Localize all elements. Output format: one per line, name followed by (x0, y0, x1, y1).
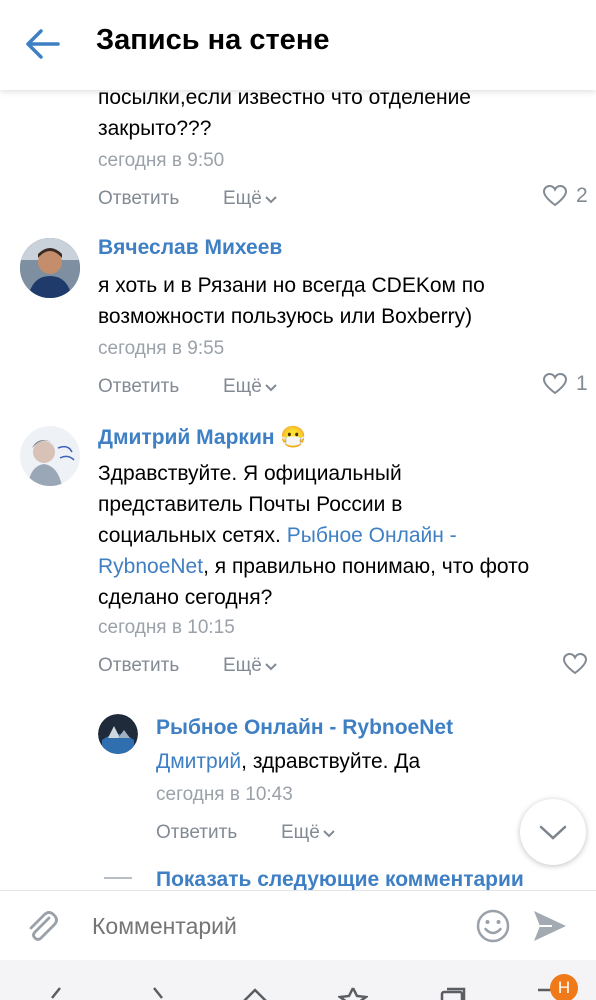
comment-author[interactable]: Рыбное Онлайн - RybnoeNet (156, 716, 453, 740)
comment-composer (0, 890, 596, 961)
comment-text-line: закрыто??? (98, 117, 212, 140)
nav-home-icon[interactable] (240, 986, 270, 1000)
more-label: Ещё (223, 655, 262, 676)
page-title: Запись на стене (96, 24, 330, 56)
comment-time: сегодня в 10:15 (98, 617, 235, 638)
comment-text: Дмитрий, здравствуйте. Да (156, 746, 420, 777)
mask-emoji-icon: 😷 (280, 426, 307, 449)
nav-menu-icon[interactable] (536, 976, 554, 992)
more-button[interactable]: Ещё (281, 822, 336, 844)
comment-input[interactable] (90, 905, 464, 947)
comment-text: я хоть и в Рязани но всегда CDEKом по во… (98, 270, 485, 332)
avatar[interactable] (98, 714, 138, 754)
chevron-down-icon (539, 825, 567, 840)
more-button[interactable]: Ещё (223, 376, 278, 398)
mention-link[interactable]: Рыбное Онлайн - (287, 524, 457, 547)
comment-author[interactable]: Дмитрий Маркин 😷 (98, 426, 307, 450)
comment-text-line: сделано сегодня? (98, 586, 273, 609)
reply-button[interactable]: Ответить (98, 655, 179, 677)
system-navigation-bar: H (0, 960, 596, 1000)
chevron-down-icon (265, 196, 277, 204)
comments-feed[interactable]: посылки,если известно что отделение закр… (0, 90, 596, 890)
more-button[interactable]: Ещё (223, 188, 278, 210)
show-more-comments-link[interactable]: Показать следующие комментарии (156, 868, 524, 890)
back-arrow-icon[interactable] (24, 26, 64, 62)
chevron-down-icon (265, 663, 277, 671)
comment-text: посылки,если известно что отделение закр… (98, 90, 471, 144)
nav-back-icon[interactable] (46, 986, 66, 1000)
nav-bookmark-icon[interactable] (338, 986, 368, 1000)
more-button[interactable]: Ещё (223, 655, 278, 677)
more-label: Ещё (223, 376, 262, 397)
send-icon[interactable] (530, 907, 570, 950)
chevron-down-icon (265, 384, 277, 392)
emoji-icon[interactable] (474, 907, 512, 950)
comment-text: Здравствуйте. Я официальный представител… (98, 458, 588, 613)
attachment-icon[interactable] (22, 907, 62, 952)
comment-time: сегодня в 9:55 (98, 338, 225, 359)
comment-text-line: я хоть и в Рязани но всегда CDEKом по (98, 274, 485, 297)
comment-text-line: посылки,если известно что отделение (98, 90, 471, 109)
more-label: Ещё (223, 188, 262, 209)
like-button[interactable]: 2 (542, 184, 588, 208)
like-button[interactable] (562, 652, 588, 676)
heart-icon (542, 184, 568, 207)
avatar[interactable] (20, 426, 80, 486)
reply-button[interactable]: Ответить (156, 822, 237, 844)
comment-text-line: Здравствуйте. Я официальный (98, 462, 402, 485)
notification-badge[interactable]: H (550, 974, 578, 1000)
comment-text-line: возможности пользуюсь или Boxberry) (98, 305, 473, 328)
comment-time: сегодня в 10:43 (156, 784, 293, 805)
chevron-down-icon (323, 830, 335, 838)
like-count: 1 (576, 372, 588, 395)
comment-text-fragment: , здравствуйте. Да (241, 750, 421, 773)
avatar[interactable] (20, 238, 80, 298)
header: Запись на стене (0, 0, 596, 90)
nav-tabs-icon[interactable] (438, 986, 468, 1000)
scroll-down-button[interactable] (520, 799, 586, 865)
comment-text-line: представитель Почты России в (98, 493, 403, 516)
like-button[interactable]: 1 (542, 372, 588, 396)
mention-link[interactable]: Дмитрий (156, 750, 241, 773)
thread-divider (104, 877, 132, 879)
comment-author-name: Дмитрий Маркин (98, 426, 275, 449)
reply-button[interactable]: Ответить (98, 188, 179, 210)
comment-text-line: RybnoeNet, я правильно понимаю, что фото (98, 551, 588, 582)
mention-link[interactable]: RybnoeNet (98, 555, 203, 578)
nav-forward-icon[interactable] (148, 986, 168, 1000)
comment-text-line: социальных сетях. Рыбное Онлайн - (98, 520, 588, 551)
heart-icon (562, 652, 588, 675)
comment-author[interactable]: Вячеслав Михеев (98, 236, 282, 260)
more-label: Ещё (281, 822, 320, 843)
heart-icon (542, 372, 568, 395)
reply-button[interactable]: Ответить (98, 376, 179, 398)
like-count: 2 (576, 184, 588, 207)
comment-text-fragment: , я правильно понимаю, что фото (203, 555, 530, 578)
comment-time: сегодня в 9:50 (98, 150, 225, 171)
comment-text-fragment: социальных сетях. (98, 524, 287, 547)
